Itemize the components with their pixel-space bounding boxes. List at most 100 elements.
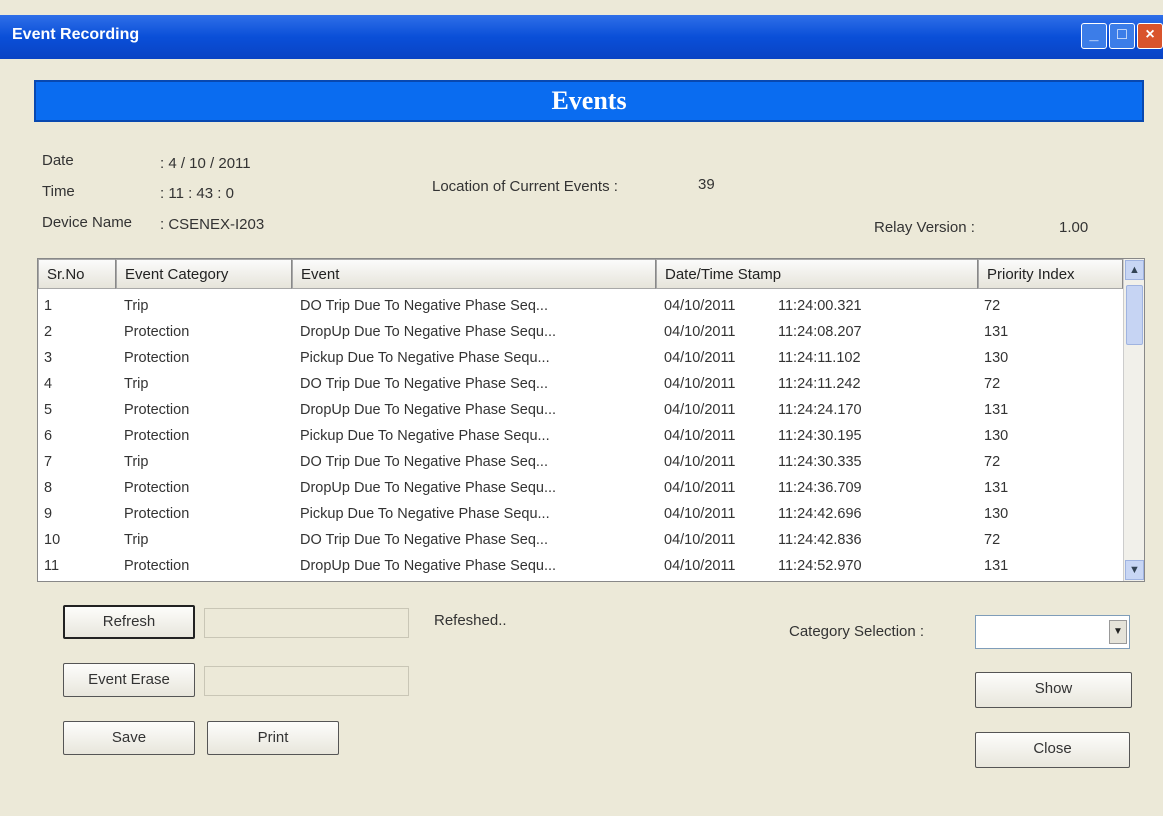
cell-time: 11:24:42.836 [778, 532, 862, 548]
cell-time: 11:24:08.207 [778, 324, 862, 340]
cell-time: 11:24:36.709 [778, 480, 862, 496]
location-label: Location of Current Events : [432, 178, 618, 195]
cell-event-category: Protection [124, 324, 190, 340]
cell-date: 04/10/2011 [664, 532, 736, 548]
maximize-icon[interactable]: □ [1109, 23, 1135, 49]
table-row[interactable]: 2 Protection DropUp Due To Negative Phase … [38, 321, 1123, 347]
cell-priority-index: 131 [984, 402, 1009, 418]
relay-version-label: Relay Version : [874, 219, 975, 236]
relay-version-value: 1.00 [1059, 219, 1089, 236]
cell-time: 11:24:11.102 [778, 350, 861, 366]
cell-event-category: Trip [124, 454, 149, 470]
banner-title: Events [551, 86, 627, 115]
cell-time: 11:24:52.970 [778, 558, 862, 574]
cell-event: DO Trip Due To Negative Phase Seq... [300, 454, 548, 470]
location-value: 39 [698, 176, 715, 193]
cell-priority-index: 131 [984, 480, 1009, 496]
header-sr-no[interactable]: Sr.No [38, 259, 116, 289]
table-row[interactable]: 4 Trip DO Trip Due To Negative Phase Seq..… [38, 373, 1123, 399]
cell-event-category: Protection [124, 428, 190, 444]
cell-priority-index: 131 [984, 558, 1009, 574]
cell-sr-no: 2 [44, 324, 53, 340]
cell-time: 11:24:00.321 [778, 298, 862, 314]
refresh-progress-bar [204, 608, 409, 638]
erase-progress-bar [204, 666, 409, 696]
cell-event: DO Trip Due To Negative Phase Seq... [300, 532, 548, 548]
cell-time: 11:24:30.335 [778, 454, 862, 470]
cell-date: 04/10/2011 [664, 350, 736, 366]
cell-date: 04/10/2011 [664, 480, 736, 496]
header-priority-index[interactable]: Priority Index [978, 259, 1123, 289]
cell-event-category: Protection [124, 402, 190, 418]
time-value: : 11 : 43 : 0 [160, 185, 234, 202]
table-row[interactable]: 9 Protection Pickup Due To Negative Phase … [38, 503, 1123, 529]
device-label: Device Name [42, 214, 133, 231]
close-icon[interactable]: × [1137, 23, 1163, 49]
cell-sr-no: 7 [44, 454, 53, 470]
cell-priority-index: 131 [984, 324, 1009, 340]
header-event[interactable]: Event [292, 259, 656, 289]
header-date-time-stamp[interactable]: Date/Time Stamp [656, 259, 978, 289]
table-scrollbar[interactable]: ▲ ▼ [1123, 259, 1144, 581]
scroll-thumb[interactable] [1126, 285, 1143, 345]
header-event-category[interactable]: Event Category [116, 259, 292, 289]
table-row[interactable]: 7 Trip DO Trip Due To Negative Phase Seq..… [38, 451, 1123, 477]
cell-priority-index: 72 [984, 376, 1001, 392]
cell-sr-no: 1 [44, 298, 53, 314]
events-banner: Events [34, 80, 1144, 122]
scroll-up-icon[interactable]: ▲ [1125, 260, 1144, 280]
cell-priority-index: 130 [984, 506, 1009, 522]
device-value: : CSENEX-I203 [160, 216, 265, 233]
cell-event: DO Trip Due To Negative Phase Seq... [300, 376, 548, 392]
cell-priority-index: 72 [984, 454, 1001, 470]
refresh-status-text: Refeshed.. [434, 612, 507, 629]
cell-date: 04/10/2011 [664, 506, 736, 522]
cell-sr-no: 11 [44, 558, 60, 574]
cell-event: Pickup Due To Negative Phase Sequ... [300, 506, 550, 522]
cell-date: 04/10/2011 [664, 298, 736, 314]
cell-priority-index: 72 [984, 532, 1001, 548]
cell-event-category: Protection [124, 350, 190, 366]
print-button[interactable]: Print [207, 721, 339, 755]
cell-event: DropUp Due To Negative Phase Sequ... [300, 480, 557, 496]
cell-sr-no: 3 [44, 350, 53, 366]
cell-time: 11:24:24.170 [778, 402, 862, 418]
event-erase-button[interactable]: Event Erase [63, 663, 195, 697]
cell-event: DropUp Due To Negative Phase Sequ... [300, 558, 557, 574]
cell-event: DropUp Due To Negative Phase Sequ... [300, 402, 557, 418]
cell-sr-no: 10 [44, 532, 61, 548]
refresh-button[interactable]: Refresh [63, 605, 195, 639]
save-button[interactable]: Save [63, 721, 195, 755]
table-row[interactable]: 1 Trip DO Trip Due To Negative Phase Seq..… [38, 295, 1123, 321]
table-row[interactable]: 11 Protection DropUp Due To Negative Phase… [38, 555, 1123, 581]
category-selection-dropdown[interactable]: ▼ [975, 615, 1130, 649]
scroll-down-icon[interactable]: ▼ [1125, 560, 1144, 580]
minimize-icon[interactable]: _ [1081, 23, 1107, 49]
chevron-down-icon[interactable]: ▼ [1109, 620, 1127, 644]
table-row[interactable]: 10 Trip DO Trip Due To Negative Phase Seq.… [38, 529, 1123, 555]
time-label: Time [42, 183, 75, 200]
cell-event: Pickup Due To Negative Phase Sequ... [300, 350, 550, 366]
events-table: Sr.No Event Category Event Date/Time Sta… [37, 258, 1145, 582]
table-row[interactable]: 8 Protection DropUp Due To Negative Phase … [38, 477, 1123, 503]
date-value: : 4 / 10 / 2011 [160, 155, 251, 172]
cell-sr-no: 6 [44, 428, 53, 444]
cell-event: DO Trip Due To Negative Phase Seq... [300, 298, 548, 314]
date-label: Date [42, 152, 74, 169]
table-row[interactable]: 5 Protection DropUp Due To Negative Phase … [38, 399, 1123, 425]
cell-event-category: Trip [124, 376, 149, 392]
cell-date: 04/10/2011 [664, 376, 736, 392]
table-row[interactable]: 6 Protection Pickup Due To Negative Phase … [38, 425, 1123, 451]
show-button[interactable]: Show [975, 672, 1132, 708]
close-button[interactable]: Close [975, 732, 1130, 768]
cell-event-category: Protection [124, 506, 190, 522]
cell-priority-index: 72 [984, 298, 1001, 314]
cell-date: 04/10/2011 [664, 454, 736, 470]
window-title: Event Recording [12, 26, 140, 43]
cell-sr-no: 8 [44, 480, 53, 496]
cell-priority-index: 130 [984, 350, 1009, 366]
table-row[interactable]: 3 Protection Pickup Due To Negative Phase … [38, 347, 1123, 373]
cell-date: 04/10/2011 [664, 402, 736, 418]
title-bar[interactable]: Event Recording _ □ × [0, 15, 1163, 59]
cell-time: 11:24:42.696 [778, 506, 862, 522]
